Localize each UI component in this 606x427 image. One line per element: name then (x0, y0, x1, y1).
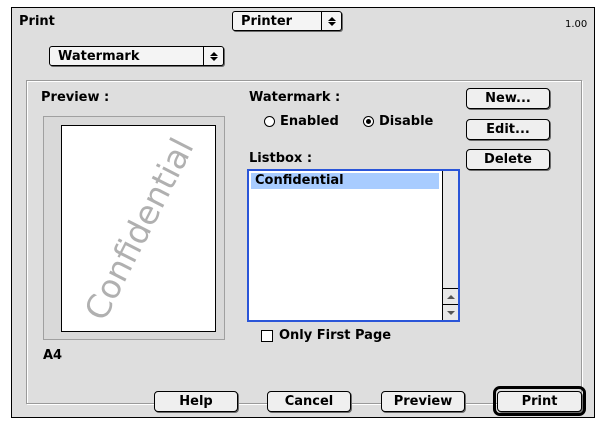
checkbox-icon (261, 329, 273, 342)
radio-button-icon (264, 116, 275, 127)
updown-arrows-icon (203, 47, 223, 65)
dialog-title: Print (19, 14, 55, 29)
scroll-up-button[interactable] (443, 288, 458, 304)
preview-label: Preview : (41, 90, 110, 105)
new-watermark-button[interactable]: New... (466, 88, 550, 109)
preview-button[interactable]: Preview (381, 391, 465, 412)
printer-panel-select-label: Printer (241, 13, 293, 29)
panel-popup-label: Watermark (58, 48, 140, 64)
only-first-page-label: Only First Page (279, 328, 392, 343)
paper-size-label: A4 (43, 348, 63, 363)
enabled-radio-label: Enabled (280, 114, 339, 129)
panel-popup[interactable]: Watermark (49, 46, 224, 66)
edit-watermark-button[interactable]: Edit... (466, 119, 550, 140)
listbox-scrollbar[interactable] (442, 171, 458, 320)
up-arrow-icon (446, 294, 455, 299)
list-item[interactable]: Confidential (251, 173, 439, 189)
disable-radio[interactable]: Disable (363, 114, 433, 129)
watermark-label: Watermark : (249, 90, 341, 105)
radio-button-selected-icon (363, 116, 374, 127)
preview-paper: Confidential (61, 125, 216, 332)
printer-panel-select[interactable]: Printer (232, 11, 342, 31)
print-dialog: Print Printer 1.00 Watermark Preview : C… (11, 7, 595, 418)
delete-watermark-button[interactable]: Delete (466, 149, 550, 170)
listbox-label: Listbox : (249, 151, 313, 166)
help-button[interactable]: Help (154, 391, 238, 412)
down-arrow-icon (446, 310, 455, 315)
disable-radio-label: Disable (379, 114, 434, 129)
watermark-preview-text: Confidential (76, 131, 201, 326)
watermark-listbox[interactable]: Confidential (247, 169, 460, 322)
updown-arrows-icon (321, 12, 341, 30)
version-label: 1.00 (565, 19, 588, 30)
print-button[interactable]: Print (497, 391, 582, 412)
preview-frame: Confidential (43, 116, 225, 340)
only-first-page-checkbox[interactable]: Only First Page (261, 328, 391, 343)
enabled-radio[interactable]: Enabled (264, 114, 339, 129)
scroll-down-button[interactable] (443, 304, 458, 320)
cancel-button[interactable]: Cancel (267, 391, 351, 412)
